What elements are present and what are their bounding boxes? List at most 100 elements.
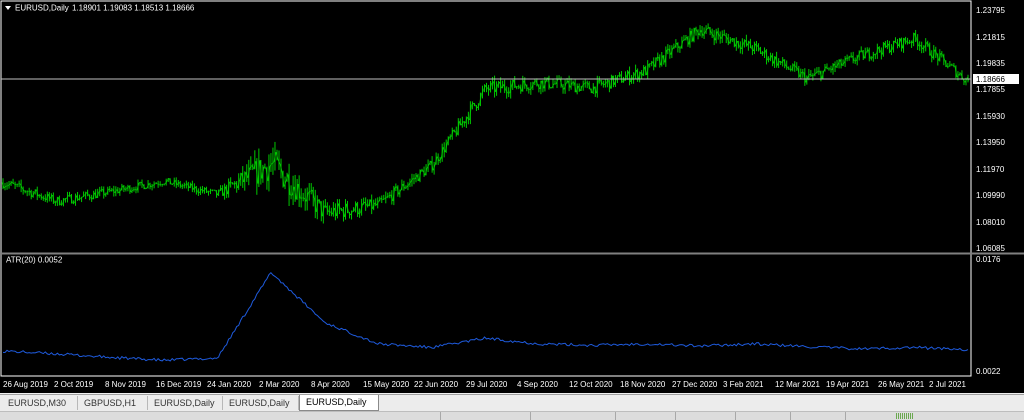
candle-body [230,182,232,183]
candle-body [673,47,675,48]
time-label: 4 Sep 2020 [517,380,558,389]
candle-body [250,165,252,168]
candle-body [476,105,478,107]
time-label: 22 Jun 2020 [414,380,459,389]
candle-body [474,103,476,105]
candle-body [101,189,103,190]
candle-body [349,212,351,215]
candle-body [802,72,804,73]
time-label: 15 May 2020 [363,380,410,389]
candle-body [22,188,24,191]
candle-body [385,197,387,199]
candle-body [119,190,121,193]
atr-axis-label: 0.0176 [976,255,1001,264]
price-label: 1.08010 [976,218,1005,227]
candle-body [752,48,754,51]
chart-window[interactable]: EURUSD,Daily 1.18901 1.19083 1.18513 1.1… [0,0,1024,393]
candle-body [641,72,643,75]
tab-eurusd-daily[interactable]: EURUSD,Daily [223,396,299,410]
candle-body [186,184,188,185]
candle-body [40,195,42,198]
candle-body [331,212,333,215]
time-label: 3 Feb 2021 [723,380,764,389]
triangle-down-icon[interactable] [5,6,11,10]
candle-body [919,45,921,46]
time-label: 26 May 2021 [878,380,925,389]
candle-body [151,186,153,187]
candle-body [109,189,111,191]
candle-body [204,188,206,191]
candle-body [941,53,943,55]
candle-body [810,74,812,76]
candle-body [957,74,959,76]
candle-body [959,73,961,74]
candle-body [184,185,186,186]
time-label: 2 Jul 2021 [929,380,966,389]
candle-body [131,190,133,192]
time-label: 8 Nov 2019 [105,380,146,389]
candle-body [141,182,143,185]
candle-body [667,49,669,50]
candle-body [105,194,107,196]
candle-body [842,63,844,66]
atr-axis-label: 0.0022 [976,367,1001,376]
candle-body [407,185,409,187]
candle-body [468,117,470,120]
candle-body [756,44,758,46]
time-label: 12 Mar 2021 [775,380,820,389]
candle-body [836,64,838,67]
candle-body [79,198,81,200]
candle-body [812,75,814,76]
candle-body [379,198,381,201]
time-label: 26 Aug 2019 [3,380,48,389]
tab-gbpusd-h1[interactable]: GBPUSD,H1 [78,396,148,410]
time-axis: 26 Aug 2019 2 Oct 2019 8 Nov 2019 16 Dec… [3,380,966,389]
candle-body [683,39,685,40]
tab-eurusd-daily-active[interactable]: EURUSD,Daily [299,395,379,411]
chart-tab-bar: EURUSD,M30 GBPUSD,H1 EURUSD,Daily EURUSD… [0,394,1024,412]
candle-body [272,162,274,164]
tab-eurusd-m30[interactable]: EURUSD,M30 [2,396,78,410]
candle-body [472,103,474,105]
tab-eurusd-daily[interactable]: EURUSD,Daily [148,396,223,410]
candle-body [953,65,955,66]
candle-body [816,71,818,73]
candle-body [534,80,536,82]
candle-body [139,182,141,183]
chart-canvas[interactable]: EURUSD,Daily 1.18901 1.19083 1.18513 1.1… [0,0,1024,393]
candle-body [762,53,764,54]
candle-body [723,34,725,35]
candle-body [707,27,709,29]
candle-body [87,192,89,195]
price-label: 1.13950 [976,138,1005,147]
candle-body [10,182,12,184]
candle-body [923,47,925,49]
candle-body [208,192,210,193]
candle-body [411,179,413,182]
candle-body [12,182,14,184]
candle-body [220,188,222,190]
ohlc-values: 1.18901 1.19083 1.18513 1.18666 [72,4,195,13]
candle-body [453,130,455,131]
candle-body [796,67,798,69]
candle-body [308,191,310,192]
atr-line [3,273,968,361]
time-label: 2 Oct 2019 [54,380,94,389]
candle-body [808,74,810,77]
symbol-label: EURUSD,Daily [15,4,69,13]
candle-body [740,46,742,49]
candle-body [909,42,911,43]
candle-body [464,121,466,123]
indicator-frame [1,254,971,376]
candle-body [685,37,687,39]
candle-body [318,200,320,202]
candle-body [202,189,204,191]
candle-body [830,69,832,70]
candle-body [731,38,733,39]
candle-body [111,190,113,191]
price-label: 1.19835 [976,59,1005,68]
candle-body [949,65,951,67]
candle-body [516,87,518,88]
candle-body [850,56,852,57]
candle-body [607,80,609,82]
